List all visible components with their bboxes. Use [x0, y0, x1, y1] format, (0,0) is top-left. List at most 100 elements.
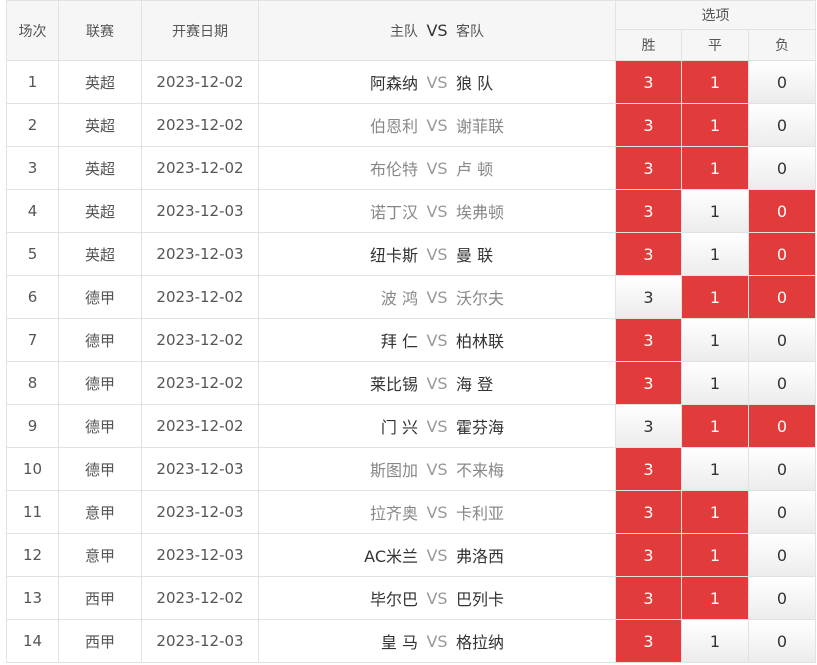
match-row: 11 意甲 2023-12-03 拉齐奥 VS 卡利亚 3 1 0 [6, 490, 816, 534]
match-number: 12 [6, 533, 59, 577]
home-team: 拜 仁 [380, 332, 418, 351]
win-option-button[interactable]: 3 [616, 534, 681, 576]
home-team: 波 鸿 [380, 289, 418, 308]
win-option-button[interactable]: 3 [616, 233, 681, 275]
draw-option-button[interactable]: 1 [682, 276, 748, 318]
draw-option-button[interactable]: 1 [682, 319, 748, 361]
lose-option-button[interactable]: 0 [749, 362, 815, 404]
match-number: 5 [6, 232, 59, 276]
win-option-button[interactable]: 3 [616, 577, 681, 619]
win-option-button[interactable]: 3 [616, 405, 681, 447]
draw-option-button[interactable]: 1 [682, 104, 748, 146]
match-row: 13 西甲 2023-12-02 毕尔巴 VS 巴列卡 3 1 0 [6, 576, 816, 620]
draw-option-button[interactable]: 1 [682, 61, 748, 103]
home-team: 纽卡斯 [369, 246, 418, 265]
home-team: 伯恩利 [369, 117, 418, 136]
match-row: 14 西甲 2023-12-03 皇 马 VS 格拉纳 3 1 0 [6, 619, 816, 663]
match-teams: 斯图加 VS 不来梅 [258, 447, 616, 491]
league-name: 英超 [58, 60, 142, 104]
header-match: 主队 VS 客队 [258, 0, 616, 61]
match-date: 2023-12-03 [141, 232, 259, 276]
home-team: 门 兴 [380, 418, 418, 437]
draw-option-button[interactable]: 1 [682, 448, 748, 490]
league-name: 西甲 [58, 576, 142, 620]
lose-option-button[interactable]: 0 [749, 620, 815, 662]
lose-option-button[interactable]: 0 [749, 448, 815, 490]
away-team: 狼 队 [456, 74, 494, 93]
match-teams: 阿森纳 VS 狼 队 [258, 60, 616, 104]
vs-label: VS [426, 287, 448, 307]
lose-option-button[interactable]: 0 [749, 577, 815, 619]
draw-option-button[interactable]: 1 [682, 147, 748, 189]
win-option-button[interactable]: 3 [616, 620, 681, 662]
win-option-button[interactable]: 3 [616, 147, 681, 189]
draw-option-button[interactable]: 1 [682, 362, 748, 404]
header-home: 主队 [390, 23, 418, 40]
away-team: 霍芬海 [456, 418, 505, 437]
header-opt-draw: 平 [681, 29, 749, 61]
lose-option-button[interactable]: 0 [749, 104, 815, 146]
match-date: 2023-12-02 [141, 146, 259, 190]
match-date: 2023-12-02 [141, 361, 259, 405]
draw-option-button[interactable]: 1 [682, 491, 748, 533]
header-away: 客队 [456, 23, 484, 40]
win-option-button[interactable]: 3 [616, 61, 681, 103]
win-option-button[interactable]: 3 [616, 190, 681, 232]
match-date: 2023-12-02 [141, 576, 259, 620]
vs-label: VS [426, 201, 448, 221]
vs-label: VS [426, 416, 448, 436]
draw-option-button[interactable]: 1 [682, 620, 748, 662]
vs-label: VS [426, 588, 448, 608]
away-team: 卢 顿 [456, 160, 494, 179]
match-teams: 波 鸿 VS 沃尔夫 [258, 275, 616, 319]
match-number: 14 [6, 619, 59, 663]
lose-option-button[interactable]: 0 [749, 491, 815, 533]
lose-option-button[interactable]: 0 [749, 534, 815, 576]
header-opt-lose: 负 [748, 29, 816, 61]
win-option-button[interactable]: 3 [616, 448, 681, 490]
lose-option-button[interactable]: 0 [749, 147, 815, 189]
match-date: 2023-12-02 [141, 404, 259, 448]
match-number: 1 [6, 60, 59, 104]
lose-option-button[interactable]: 0 [749, 276, 815, 318]
match-date: 2023-12-02 [141, 60, 259, 104]
match-number: 9 [6, 404, 59, 448]
win-option-button[interactable]: 3 [616, 276, 681, 318]
lose-option-button[interactable]: 0 [749, 233, 815, 275]
header-opt-win: 胜 [615, 29, 682, 61]
win-option-button[interactable]: 3 [616, 491, 681, 533]
lose-option-button[interactable]: 0 [749, 405, 815, 447]
match-teams: 布伦特 VS 卢 顿 [258, 146, 616, 190]
league-name: 德甲 [58, 404, 142, 448]
match-date: 2023-12-03 [141, 189, 259, 233]
away-team: 巴列卡 [456, 590, 505, 609]
home-team: 拉齐奥 [369, 504, 418, 523]
win-option-button[interactable]: 3 [616, 362, 681, 404]
lose-option-button[interactable]: 0 [749, 190, 815, 232]
home-team: 皇 马 [380, 633, 418, 652]
match-row: 4 英超 2023-12-03 诺丁汉 VS 埃弗顿 3 1 0 [6, 189, 816, 233]
match-number: 3 [6, 146, 59, 190]
draw-option-button[interactable]: 1 [682, 233, 748, 275]
draw-option-button[interactable]: 1 [682, 577, 748, 619]
lose-option-button[interactable]: 0 [749, 61, 815, 103]
match-row: 9 德甲 2023-12-02 门 兴 VS 霍芬海 3 1 0 [6, 404, 816, 448]
win-option-button[interactable]: 3 [616, 104, 681, 146]
draw-option-button[interactable]: 1 [682, 190, 748, 232]
league-name: 英超 [58, 146, 142, 190]
vs-label: VS [426, 158, 448, 178]
lose-option-button[interactable]: 0 [749, 319, 815, 361]
away-team: 曼 联 [456, 246, 494, 265]
draw-option-button[interactable]: 1 [682, 405, 748, 447]
match-row: 5 英超 2023-12-03 纽卡斯 VS 曼 联 310 [6, 232, 816, 276]
match-date: 2023-12-03 [141, 447, 259, 491]
home-team: AC米兰 [364, 547, 418, 566]
match-teams: 拉齐奥 VS 卡利亚 [258, 490, 616, 534]
draw-option-button[interactable]: 1 [682, 534, 748, 576]
vs-label: VS [426, 330, 448, 350]
away-team: 柏林联 [456, 332, 505, 351]
match-teams: 纽卡斯 VS 曼 联 [258, 232, 616, 276]
win-option-button[interactable]: 3 [616, 319, 681, 361]
header-num: 场次 [6, 0, 59, 61]
league-name: 德甲 [58, 447, 142, 491]
